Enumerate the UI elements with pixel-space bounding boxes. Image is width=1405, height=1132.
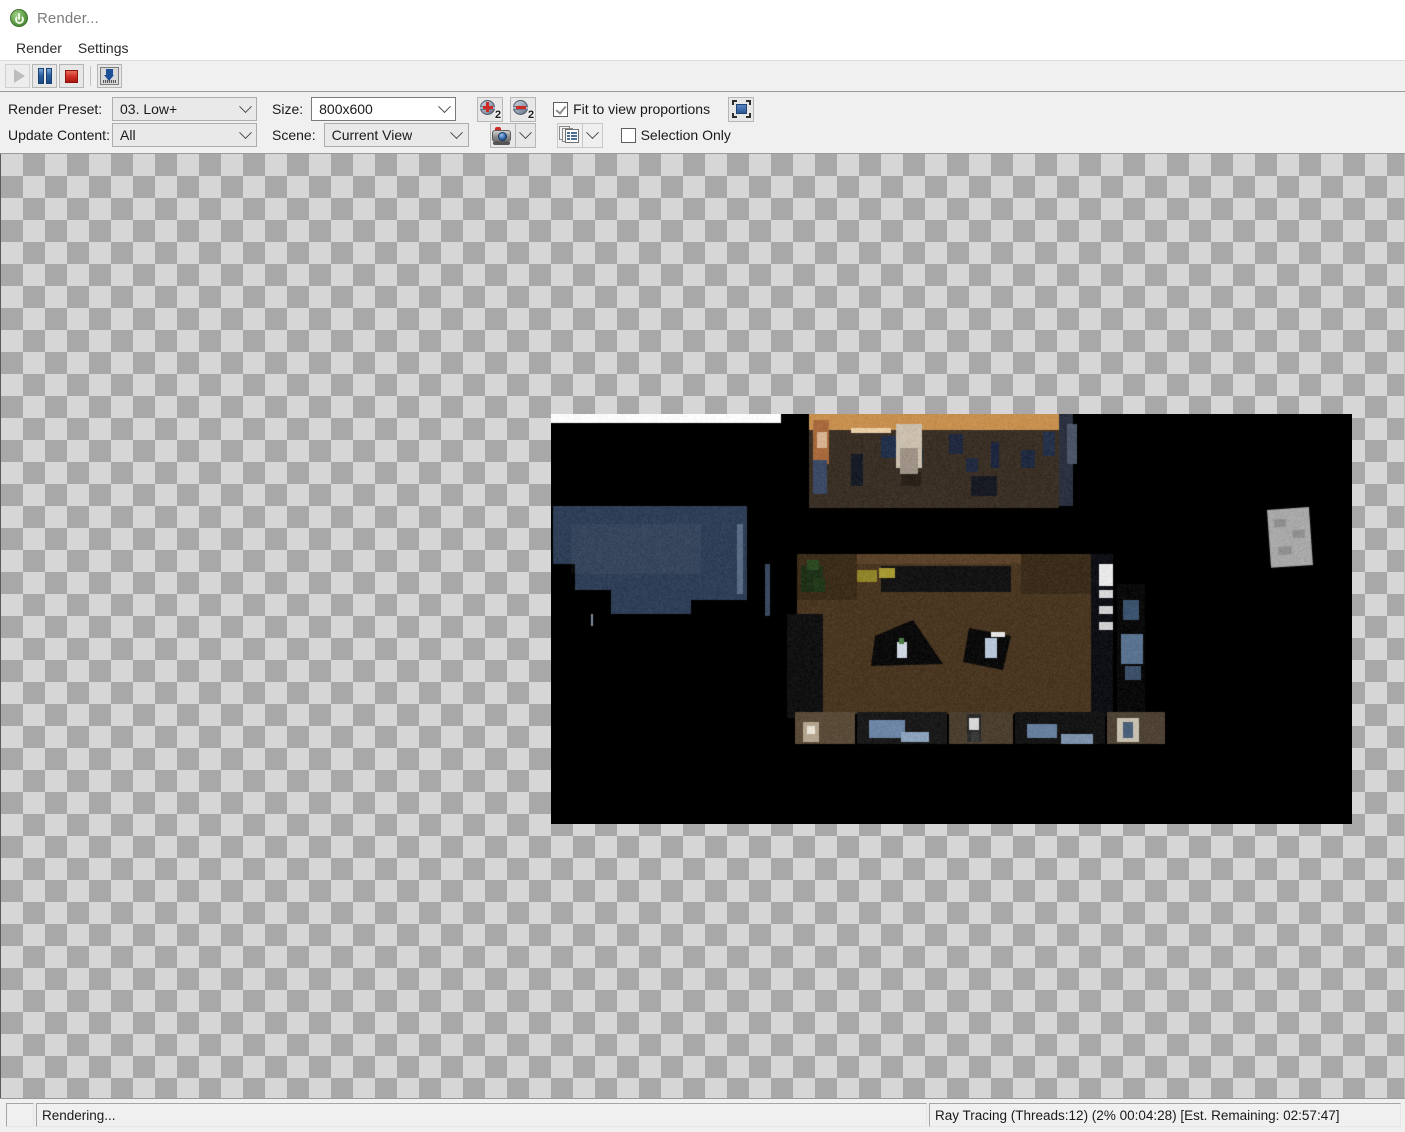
zoom-out-button[interactable]: 2	[510, 97, 536, 122]
scene-select[interactable]: Current View	[324, 123, 469, 147]
update-content-value: All	[120, 127, 136, 143]
update-content-label: Update Content:	[0, 127, 112, 143]
options-row-2: Update Content: All Scene: Current View	[0, 122, 1405, 148]
selection-only-checkbox[interactable]: Selection Only	[621, 127, 731, 143]
toolbar-separator	[90, 66, 91, 86]
status-indicator-pane	[6, 1103, 34, 1127]
status-message: Rendering...	[36, 1103, 927, 1127]
checkbox-check-icon[interactable]	[553, 102, 568, 117]
zoom-in-badge: 2	[495, 110, 501, 121]
render-preset-label: Render Preset:	[0, 101, 112, 117]
fit-to-view-proportions-checkbox[interactable]: Fit to view proportions	[553, 101, 710, 117]
render-channels-button[interactable]	[557, 123, 583, 148]
size-value: 800x600	[319, 101, 373, 117]
menu-bar: Render Settings	[0, 36, 1405, 60]
chevron-down-icon	[234, 131, 256, 140]
render-canvas-area[interactable]	[0, 154, 1405, 1098]
play-icon	[14, 69, 25, 83]
render-output-canvas	[551, 414, 1352, 824]
render-channels-dropdown-button[interactable]	[583, 123, 603, 148]
stop-icon	[65, 70, 78, 83]
menu-settings[interactable]: Settings	[70, 37, 137, 60]
camera-button[interactable]	[490, 123, 516, 148]
update-content-select[interactable]: All	[112, 123, 257, 147]
size-label: Size:	[272, 101, 303, 117]
save-image-button[interactable]	[97, 64, 122, 88]
checkbox-empty-icon[interactable]	[621, 128, 636, 143]
render-preset-value: 03. Low+	[120, 101, 177, 117]
title-bar: Render...	[0, 0, 1405, 36]
magnifier-plus-icon: 2	[480, 100, 500, 119]
render-preset-select[interactable]: 03. Low+	[112, 97, 257, 121]
stop-render-button[interactable]	[59, 64, 84, 88]
start-render-button[interactable]	[5, 64, 30, 88]
status-progress: Ray Tracing (Threads:12) (2% 00:04:28) […	[929, 1103, 1401, 1127]
pause-render-button[interactable]	[32, 64, 57, 88]
status-bar: Rendering... Ray Tracing (Threads:12) (2…	[0, 1098, 1405, 1132]
chevron-down-icon	[446, 131, 468, 140]
fit-to-window-button[interactable]	[728, 97, 754, 122]
render-output-image[interactable]	[551, 414, 1352, 824]
zoom-in-button[interactable]: 2	[477, 97, 503, 122]
chevron-down-icon	[234, 105, 256, 114]
camera-icon	[492, 127, 513, 144]
options-row-1: Render Preset: 03. Low+ Size: 800x600 2	[0, 96, 1405, 122]
camera-button-group	[490, 123, 536, 148]
zoom-out-badge: 2	[528, 110, 534, 121]
render-window: Render... Render Settings Render Preset:…	[0, 0, 1405, 1132]
camera-dropdown-button[interactable]	[516, 123, 536, 148]
magnifier-minus-icon: 2	[513, 100, 533, 119]
fit-to-view-proportions-label: Fit to view proportions	[573, 101, 710, 117]
chevron-down-icon	[519, 126, 532, 139]
documents-icon	[559, 126, 580, 144]
scene-value: Current View	[332, 127, 413, 143]
selection-only-label: Selection Only	[641, 127, 731, 143]
render-channels-group	[557, 123, 603, 148]
pause-icon	[38, 68, 52, 84]
render-toolbar	[0, 60, 1405, 92]
chevron-down-icon	[433, 105, 455, 114]
scene-label: Scene:	[272, 127, 316, 143]
menu-render[interactable]: Render	[8, 37, 70, 60]
save-image-icon	[100, 67, 119, 85]
fit-to-window-icon	[732, 100, 751, 118]
render-options-panel: Render Preset: 03. Low+ Size: 800x600 2	[0, 92, 1405, 154]
size-select[interactable]: 800x600	[311, 97, 456, 121]
chevron-down-icon	[586, 126, 599, 139]
render-power-icon	[10, 9, 28, 27]
window-title: Render...	[37, 10, 99, 27]
